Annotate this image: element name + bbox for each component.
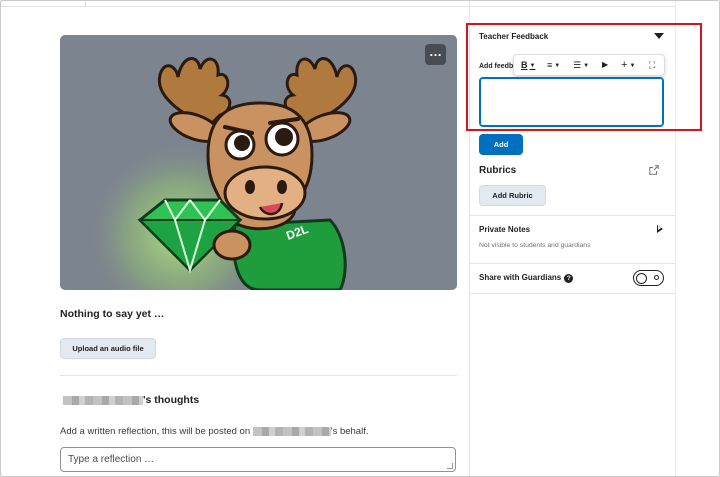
external-link-icon[interactable] xyxy=(649,165,659,175)
list-button[interactable]: ☰ ▼ xyxy=(573,58,589,72)
collapse-caret-icon[interactable] xyxy=(654,33,664,39)
media-icon: ▶ xyxy=(602,60,609,69)
submission-pane: D2L … Nothing to say yet … Upload an aud… xyxy=(1,1,469,476)
submission-image[interactable]: D2L xyxy=(60,35,457,290)
share-guardians-label: Share with Guardians? xyxy=(479,273,574,283)
fullscreen-icon: ⛶ xyxy=(649,60,656,70)
insert-button[interactable]: + ▼ xyxy=(621,58,635,72)
redacted-name xyxy=(63,395,143,405)
feedback-editor[interactable] xyxy=(479,77,664,127)
private-notes-title[interactable]: Private Notes xyxy=(479,225,530,234)
section-divider xyxy=(470,263,675,264)
add-feedback-label: Add feedba xyxy=(479,63,518,70)
teacher-feedback-title: Teacher Feedback xyxy=(479,32,549,41)
private-notes-subtitle: Not visible to students and guardians xyxy=(479,242,591,249)
section-divider xyxy=(470,215,675,216)
resize-handle[interactable] xyxy=(447,463,453,469)
reflection-input[interactable]: Type a reflection … xyxy=(60,447,456,472)
rubrics-title: Rubrics xyxy=(479,165,517,176)
align-button[interactable]: ≡ ▼ xyxy=(547,58,560,72)
redacted-name xyxy=(252,426,331,436)
section-divider xyxy=(470,293,675,294)
section-divider xyxy=(60,375,457,376)
audio-empty-text: Nothing to say yet … xyxy=(60,308,165,320)
moose-mascot-image: D2L xyxy=(85,57,358,290)
editor-toolbar: B ▼ ≡ ▼ ☰ ▼ ▶ + ▼ ⛶ xyxy=(513,54,665,76)
bold-button[interactable]: B ▼ xyxy=(521,58,535,72)
help-icon[interactable]: ? xyxy=(564,274,574,283)
app-frame: D2L … Nothing to say yet … Upload an aud… xyxy=(0,0,720,477)
reflection-heading: 's thoughts xyxy=(63,394,199,406)
insert-media-button[interactable]: ▶ xyxy=(602,58,608,72)
upload-audio-button[interactable]: Upload an audio file xyxy=(60,338,156,359)
more-options-button[interactable]: … xyxy=(425,44,446,65)
align-icon: ≡ xyxy=(547,60,553,70)
add-feedback-button[interactable]: Add xyxy=(479,134,523,155)
fullscreen-button[interactable]: ⛶ xyxy=(649,58,655,72)
reflection-instruction: Add a written reflection, this will be p… xyxy=(60,426,369,437)
share-guardians-toggle[interactable] xyxy=(633,270,664,286)
add-rubric-button[interactable]: Add Rubric xyxy=(479,185,546,206)
plus-icon: + xyxy=(621,59,628,71)
expand-caret-icon[interactable] xyxy=(657,225,663,233)
list-icon: ☰ xyxy=(573,60,582,70)
